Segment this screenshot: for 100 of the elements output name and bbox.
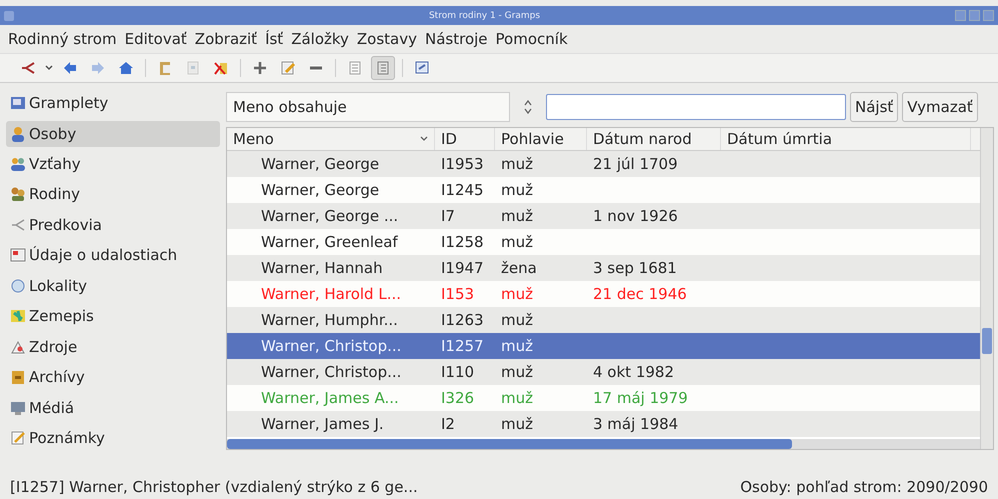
column-header[interactable]: Meno: [227, 128, 435, 150]
table-cell: Warner, Humphr...: [261, 311, 398, 329]
table-row[interactable]: Warner, Christop... I110 muž 4 okt 1982: [227, 359, 980, 385]
menu-item[interactable]: Ísť: [265, 30, 284, 48]
table-row[interactable]: Warner, Christop... I1257 muž: [227, 333, 980, 359]
table-cell: 3 máj 1984: [593, 415, 678, 433]
table-cell: Warner, Hannah: [261, 259, 383, 277]
sidebar-item[interactable]: Zemepis: [6, 301, 220, 332]
table-cell: muž: [501, 311, 533, 329]
tree-branch-icon: [20, 60, 36, 76]
sidebar-item[interactable]: Predkovia: [6, 210, 220, 240]
archive-box-icon: [10, 369, 26, 386]
tree-branch-icon: [10, 216, 26, 233]
menu-item[interactable]: Pomocník: [496, 30, 568, 48]
sidebar-item[interactable]: Gramplety: [6, 88, 220, 118]
table-cell: 3 sep 1681: [593, 259, 677, 277]
menu-item[interactable]: Nástroje: [425, 30, 488, 48]
filter-dropdown[interactable]: Meno obsahuje: [226, 92, 510, 122]
table-cell: I326: [441, 389, 474, 407]
window-title: Strom rodiny 1 - Gramps: [428, 10, 542, 20]
globe-icon: [10, 278, 26, 294]
vertical-scrollbar[interactable]: [980, 128, 993, 449]
table-cell: Warner, George: [261, 181, 380, 199]
filter-button[interactable]: Nájsť: [850, 92, 898, 122]
menu-item[interactable]: Editovať: [124, 30, 187, 48]
edit-icon: [280, 60, 296, 76]
sidebar-item[interactable]: Údaje o udalostiach: [6, 240, 220, 270]
table-cell: muž: [501, 181, 533, 199]
search-field[interactable]: [546, 94, 846, 120]
table-cell: Warner, Christop...: [261, 363, 402, 381]
clipboard-icon: [157, 60, 173, 76]
table-row[interactable]: Warner, George I1953 muž 21 júl 1709: [227, 151, 980, 177]
table-row[interactable]: Warner, Harold L... I153 muž 21 dec 1946: [227, 281, 980, 307]
filter-button[interactable]: Vymazať: [902, 92, 978, 122]
merge-icon: [213, 60, 229, 76]
forward-arrow-icon: [90, 60, 106, 76]
sidebar-item[interactable]: Archívy: [6, 362, 220, 392]
table-cell: I1245: [441, 181, 484, 199]
table-cell: I153: [441, 285, 474, 303]
table-cell: I1258: [441, 233, 484, 251]
sort-caret-icon: [420, 136, 428, 142]
menu-item[interactable]: Zostavy: [356, 30, 418, 48]
sidebar-item[interactable]: Lokality: [6, 270, 220, 301]
table-cell: muž: [501, 389, 533, 407]
table-cell: 21 júl 1709: [593, 155, 678, 173]
table-cell: 17 máj 1979: [593, 389, 688, 407]
column-header[interactable]: Dátum narod: [587, 128, 721, 150]
table-cell: muž: [501, 363, 533, 381]
table-cell: muž: [501, 285, 533, 303]
person-icon: [10, 126, 26, 142]
horizontal-scrollbar[interactable]: [227, 439, 980, 449]
table-row[interactable]: Warner, Hannah I1947 žena 3 sep 1681: [227, 255, 980, 281]
sidebar-item[interactable]: Osoby: [6, 120, 220, 146]
table-cell: I1263: [441, 311, 484, 329]
column-header[interactable]: Pohlavie: [495, 128, 587, 150]
table-cell: Warner, Harold L...: [261, 285, 402, 303]
sidebar-item[interactable]: Rodiny: [6, 179, 220, 210]
table-cell: I7: [441, 207, 455, 225]
monitor-icon: [10, 400, 26, 416]
menu-item[interactable]: Rodinný strom: [8, 30, 117, 48]
table-row[interactable]: Warner, George ... I7 muž 1 nov 1926: [227, 203, 980, 229]
table-cell: muž: [501, 207, 533, 225]
scrollbar-thumb[interactable]: [227, 439, 792, 449]
table-cell: muž: [501, 337, 533, 355]
table-cell: Warner, George: [261, 155, 380, 173]
table-cell: I110: [441, 363, 474, 381]
table-row[interactable]: Warner, James J. I2 muž 3 máj 1984: [227, 411, 980, 437]
status-count: Osoby: pohľad strom: 2090/2090: [740, 478, 988, 496]
plus-icon: [252, 60, 268, 76]
scrollbar-thumb[interactable]: [982, 328, 992, 354]
table-cell: 1 nov 1926: [593, 207, 678, 225]
calendar-icon: [10, 247, 26, 264]
column-header[interactable]: Dátum úmrtia: [721, 128, 971, 150]
sidebar-item[interactable]: Zdroje: [6, 332, 220, 362]
table-cell: žena: [501, 259, 537, 277]
column-header[interactable]: ID: [435, 128, 495, 150]
table-row[interactable]: Warner, Greenleaf I1258 muž: [227, 229, 980, 255]
menu-item[interactable]: Zobraziť: [194, 30, 258, 48]
family-icon: [10, 186, 26, 202]
status-text: [I1257] Warner, Christopher (vzdialený strýko z 6 ge...: [10, 478, 418, 496]
back-arrow-icon: [62, 60, 78, 76]
home-icon: [118, 60, 134, 76]
table-cell: I1257: [441, 337, 484, 355]
view-toggle-button[interactable]: [371, 56, 395, 80]
sidebar-item[interactable]: Médiá: [6, 392, 220, 423]
window-icon: [10, 95, 26, 112]
table-cell: Warner, Christop...: [261, 337, 402, 355]
table-cell: 4 okt 1982: [593, 363, 674, 381]
configure-icon: [414, 60, 430, 76]
minus-icon: [310, 66, 322, 70]
table-cell: muž: [501, 155, 533, 173]
table-row[interactable]: Warner, George I1245 muž: [227, 177, 980, 203]
sidebar-item[interactable]: Poznámky: [6, 423, 220, 454]
table-row[interactable]: Warner, Humphr... I1263 muž: [227, 307, 980, 333]
updown-arrows-icon[interactable]: [522, 98, 534, 116]
table-cell: muž: [501, 415, 533, 433]
menu-item[interactable]: Záložky: [291, 30, 349, 48]
note-edit-icon: [10, 430, 26, 446]
table-cell: I2: [441, 415, 455, 433]
sidebar-item[interactable]: Vzťahy: [6, 148, 220, 179]
